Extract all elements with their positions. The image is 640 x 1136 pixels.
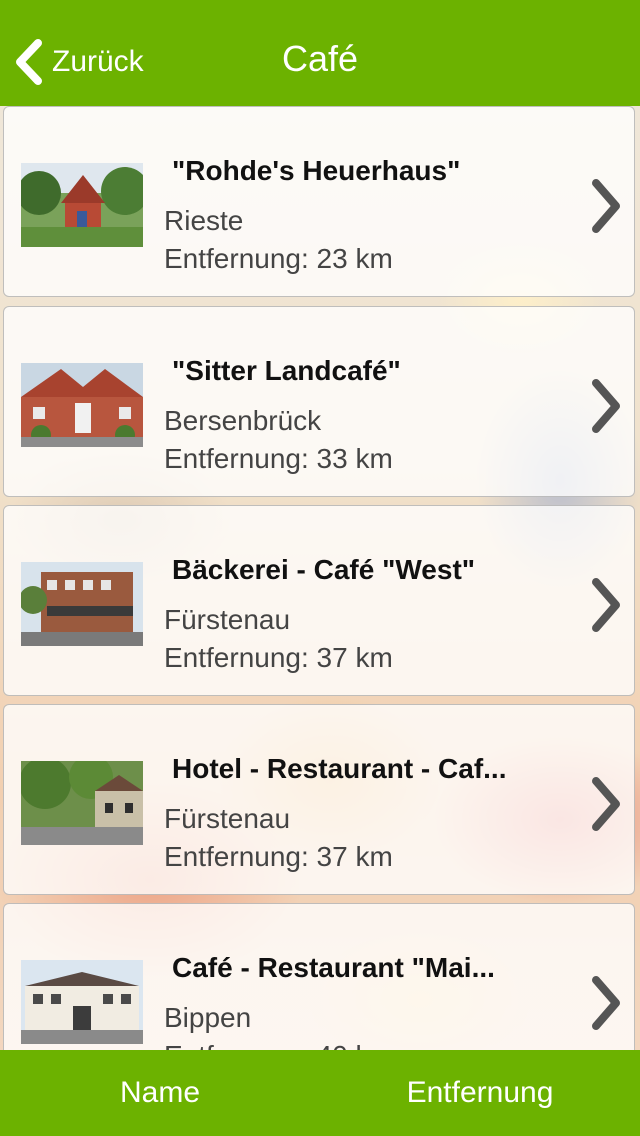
chevron-right-icon <box>592 777 620 831</box>
item-town: Fürstenau <box>164 604 291 635</box>
list-item[interactable]: "Rohde's Heuerhaus" Rieste Entfernung: 2… <box>3 106 635 297</box>
item-town: Rieste <box>164 205 244 236</box>
list-item[interactable]: "Sitter Landcafé" Bersenbrück Entfernung… <box>3 306 635 497</box>
cafe-thumbnail <box>21 363 143 447</box>
cafe-list[interactable]: "Rohde's Heuerhaus" Rieste Entfernung: 2… <box>0 106 640 1050</box>
chevron-right-icon <box>592 379 620 433</box>
back-button[interactable]: Zurück <box>12 36 144 88</box>
cafe-thumbnail <box>21 562 143 646</box>
list-item[interactable]: Café - Restaurant "Mai... Bippen Entfern… <box>3 903 635 1050</box>
item-distance: Entfernung: 37 km <box>164 841 393 872</box>
sort-by-name-button[interactable]: Name <box>0 1050 320 1136</box>
item-distance: Entfernung: 37 km <box>164 642 393 673</box>
chevron-right-icon <box>592 179 620 233</box>
list-item[interactable]: Hotel - Restaurant - Caf... Fürstenau En… <box>3 704 635 895</box>
item-distance: Entfernung: 23 km <box>164 243 393 274</box>
back-label: Zurück <box>52 45 144 78</box>
item-town: Bersenbrück <box>164 405 322 436</box>
item-town: Fürstenau <box>164 803 291 834</box>
item-town: Bippen <box>164 1002 252 1033</box>
cafe-thumbnail <box>21 960 143 1044</box>
item-name: Bäckerei - Café "West" <box>172 554 476 585</box>
chevron-right-icon <box>592 578 620 632</box>
chevron-left-icon <box>16 39 42 85</box>
item-name: "Rohde's Heuerhaus" <box>172 155 461 186</box>
item-name: "Sitter Landcafé" <box>172 355 401 386</box>
navigation-bar: Zurück Café <box>0 0 640 106</box>
item-distance: Entfernung: 40 km <box>164 1040 393 1050</box>
list-item[interactable]: Bäckerei - Café "West" Fürstenau Entfern… <box>3 505 635 696</box>
cafe-thumbnail <box>21 761 143 845</box>
sort-tab-bar: Name Entfernung <box>0 1050 640 1136</box>
cafe-thumbnail <box>21 163 143 247</box>
item-name: Hotel - Restaurant - Caf... <box>172 753 507 784</box>
chevron-right-icon <box>592 976 620 1030</box>
sort-by-distance-button[interactable]: Entfernung <box>320 1050 640 1136</box>
item-distance: Entfernung: 33 km <box>164 443 393 474</box>
item-name: Café - Restaurant "Mai... <box>172 952 495 983</box>
